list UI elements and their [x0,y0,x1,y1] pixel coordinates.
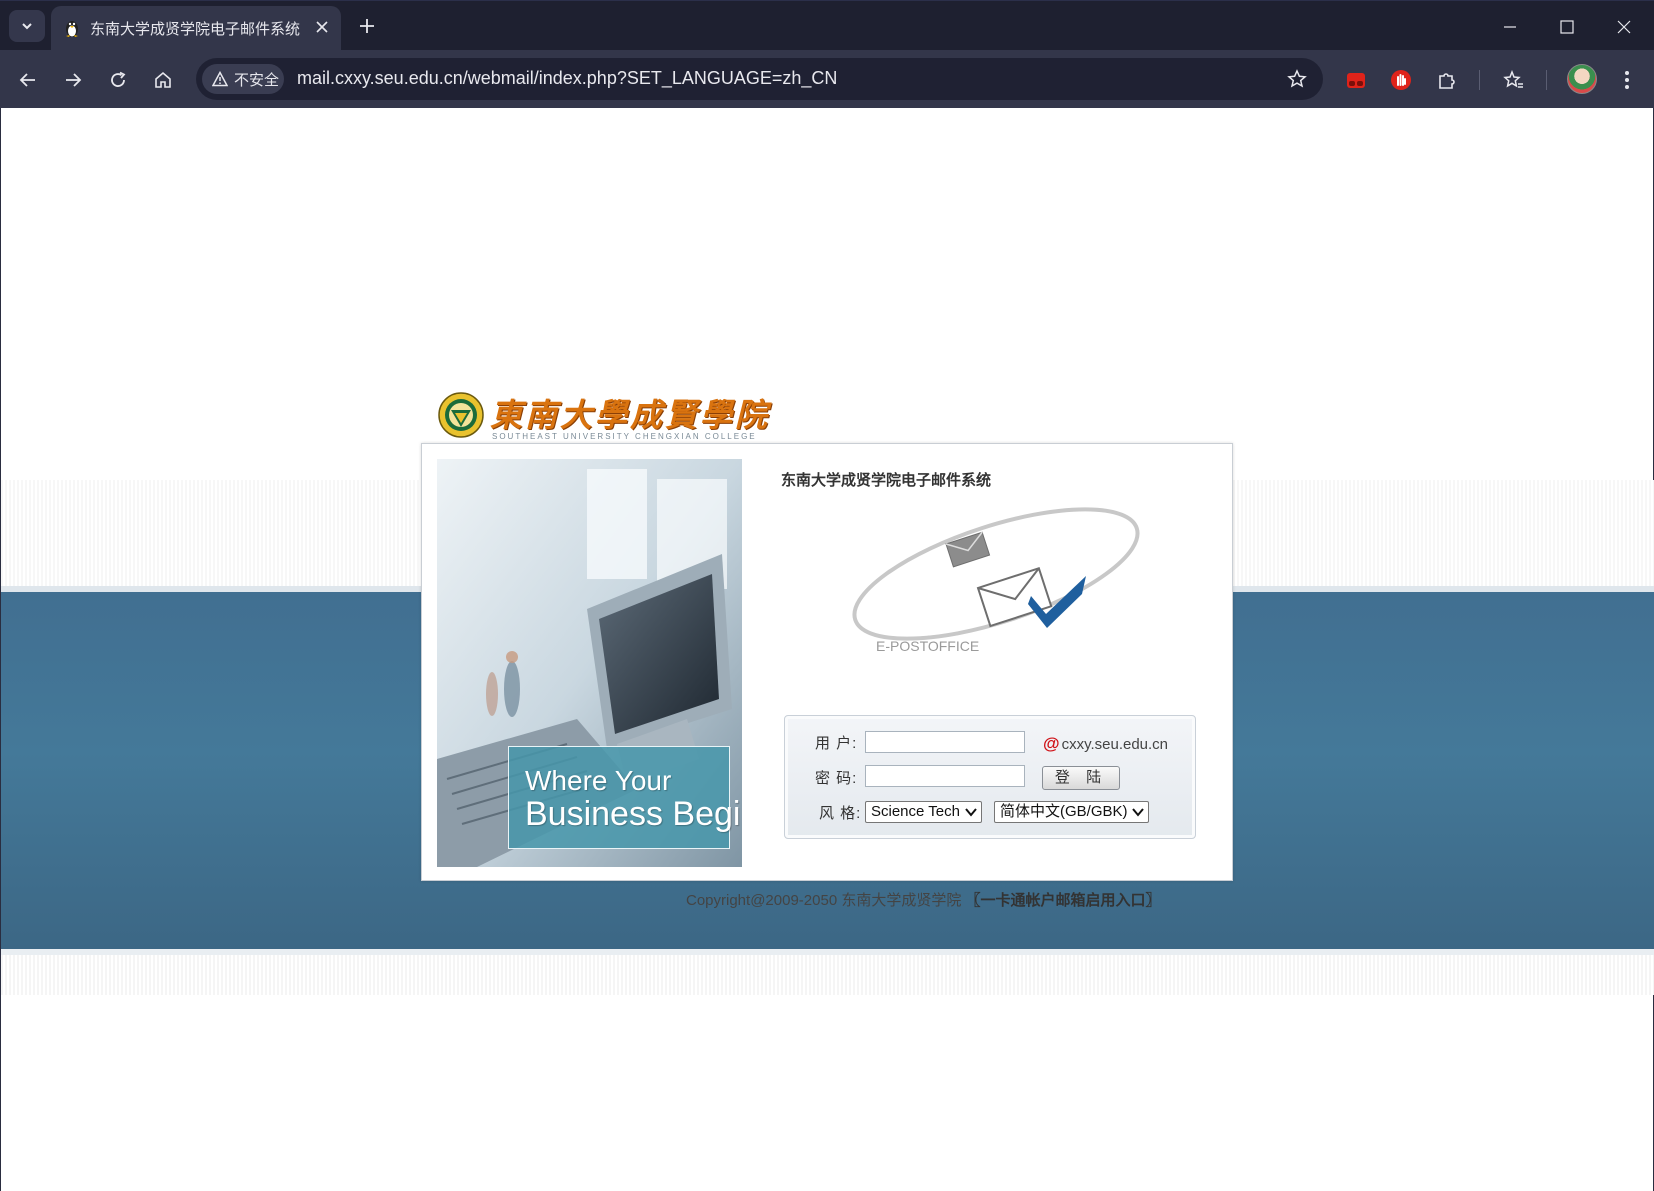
minimize-icon[interactable] [1496,13,1524,41]
style-select-value: Science Tech [871,803,960,820]
at-sign-icon: @ [1043,734,1060,753]
url-text[interactable]: mail.cxxy.seu.edu.cn/webmail/index.php?S… [297,68,837,89]
logo-english-name: SOUTHEAST UNIVERSITY CHENGXIAN COLLEGE [492,432,757,441]
style-label: 风 格: [819,805,862,822]
bookmark-star-icon[interactable] [1284,66,1310,92]
forward-arrow-icon[interactable] [59,66,87,94]
browser-tab-strip: 东南大学成贤学院电子邮件系统 [0,0,1654,51]
copyright-text: Copyright@2009-2050 东南大学成贤学院 [686,892,962,909]
browser-tab-active[interactable]: 东南大学成贤学院电子邮件系统 [51,6,341,51]
login-form: 用 户: @ cxxy.seu.edu.cn 密 码: 登 陆 风 格: Scie… [784,715,1196,839]
slogan-box: Where Your Business Begins ! [508,746,742,849]
logo-chinese-name: 東南大學成賢學院 [490,396,771,434]
language-select[interactable]: 简体中文(GB/GBK) [994,801,1149,823]
slogan-line-2: Business Begins ! [525,795,742,833]
new-tab-plus-icon[interactable] [355,14,379,38]
toolbar-divider [1479,70,1480,90]
email-domain: @ cxxy.seu.edu.cn [1043,734,1168,754]
toolbar-divider [1546,70,1547,90]
tab-title: 东南大学成贤学院电子邮件系统 [90,21,301,38]
reload-icon[interactable] [104,66,132,94]
profile-avatar[interactable] [1567,64,1597,94]
penguin-favicon-icon [66,21,78,37]
login-button[interactable]: 登 陆 [1042,766,1120,790]
college-seal-icon [438,392,484,438]
domain-text: cxxy.seu.edu.cn [1061,736,1169,753]
username-input[interactable] [865,731,1025,753]
maximize-icon[interactable] [1553,13,1581,41]
e-postoffice-graphic: E-POSTOFFICE [852,507,1140,654]
chevron-down-icon [22,23,32,30]
red-extension-icon[interactable] [1341,65,1371,95]
security-label: 不安全 [234,71,280,89]
extensions-puzzle-icon[interactable] [1432,65,1462,95]
adblock-hand-icon[interactable] [1386,65,1416,95]
chevron-down-icon [965,808,977,817]
login-panel: Where Your Business Begins ! 东南大学成贤学院电子邮… [421,443,1233,881]
more-menu-icon[interactable] [1612,65,1642,95]
password-input[interactable] [865,765,1025,787]
card-account-activation-link[interactable]: 〖一卡通帐户邮箱启用入口〗 [966,892,1161,909]
tab-close-icon[interactable] [312,17,332,37]
slogan-line-1: Where Your [525,765,672,796]
office-photo: Where Your Business Begins ! [437,459,742,867]
footer-copyright: Copyright@2009-2050 东南大学成贤学院 〖一卡通帐户邮箱启用入… [686,889,1161,910]
system-title: 东南大学成贤学院电子邮件系统 [781,472,992,489]
bookmarks-star-list-icon[interactable] [1499,65,1529,95]
chevron-down-icon [1132,808,1144,817]
browser-toolbar: 不安全 mail.cxxy.seu.edu.cn/webmail/index.p… [0,50,1654,108]
style-select[interactable]: Science Tech [865,801,982,823]
e-postoffice-label: E-POSTOFFICE [876,638,979,654]
close-window-icon[interactable] [1610,13,1638,41]
security-chip[interactable]: 不安全 [202,64,284,94]
address-bar[interactable]: 不安全 mail.cxxy.seu.edu.cn/webmail/index.p… [196,58,1323,100]
back-arrow-icon[interactable] [14,66,42,94]
background-stripes-bottom [1,949,1654,995]
warning-triangle-icon [212,71,228,87]
tab-search-button[interactable] [9,10,45,42]
home-icon[interactable] [149,66,177,94]
language-select-value: 简体中文(GB/GBK) [1000,803,1128,820]
user-label: 用 户: [815,735,858,752]
password-label: 密 码: [815,770,858,787]
